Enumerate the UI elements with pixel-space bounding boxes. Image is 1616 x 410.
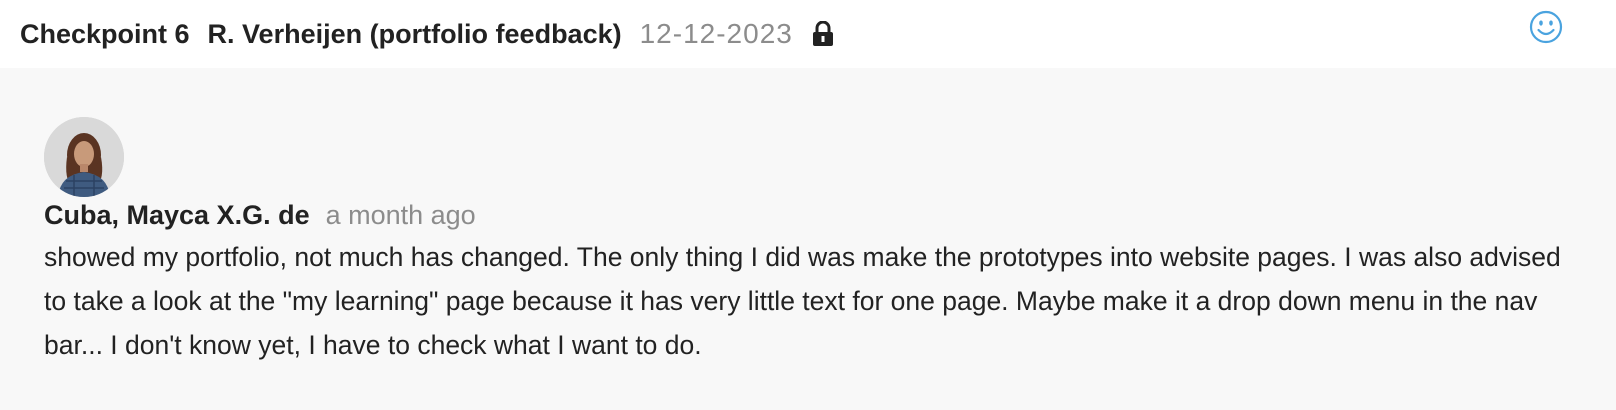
lock-icon [811,20,835,47]
checkpoint-header: Checkpoint 6 R. Verheijen (portfolio fee… [0,0,1616,68]
comment-panel: Cuba, Mayca X.G. de a month ago showed m… [0,68,1616,410]
avatar [44,117,124,197]
comment-text: showed my portfolio, not much has change… [44,242,1561,360]
feedback-date: 12-12-2023 [639,18,793,49]
feedback-teacher: R. Verheijen (portfolio feedback) [207,18,622,49]
smiley-icon[interactable] [1529,10,1563,44]
comment-timestamp: a month ago [325,200,476,230]
comment-meta: Cuba, Mayca X.G. de a month ago [44,200,476,231]
checkpoint-title: Checkpoint 6 [20,18,190,49]
comment-author: Cuba, Mayca X.G. de [44,200,310,230]
